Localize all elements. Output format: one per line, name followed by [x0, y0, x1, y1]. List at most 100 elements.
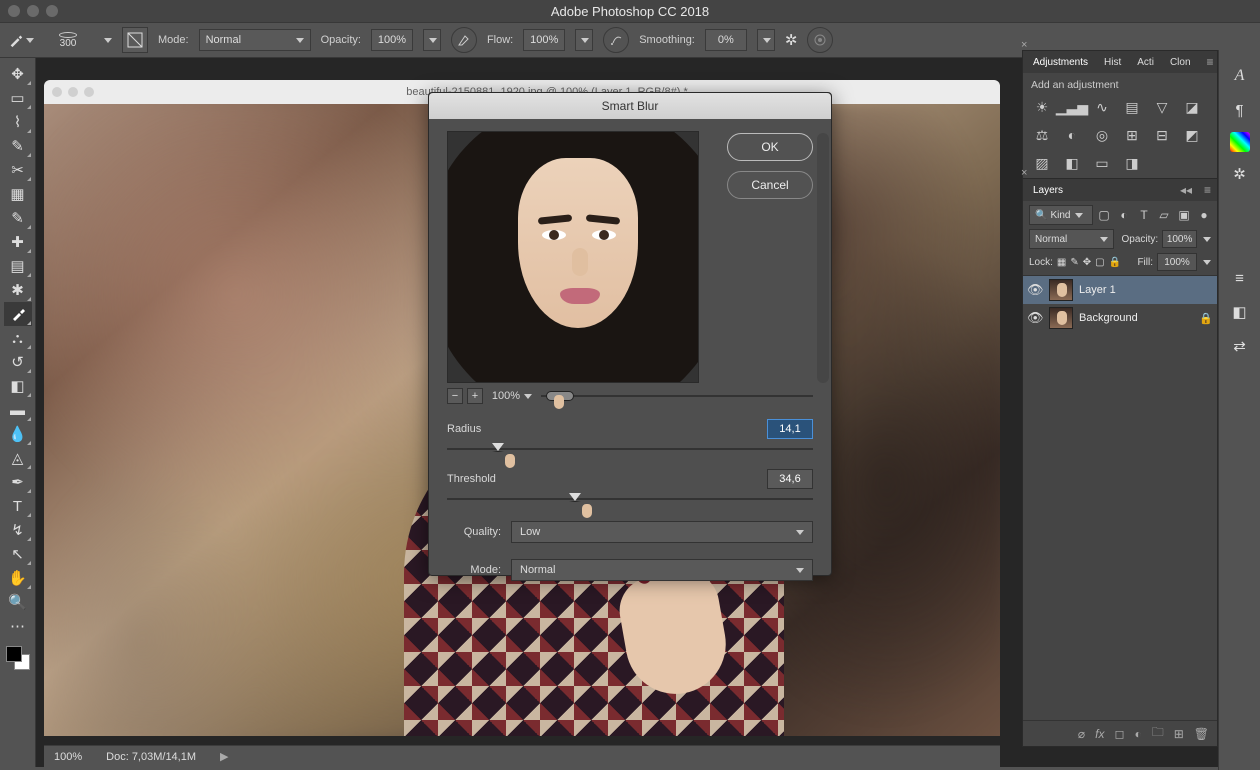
filter-toggle-icon[interactable]: ● [1197, 208, 1211, 222]
invert-icon[interactable]: ◩ [1181, 125, 1203, 145]
filter-shape-icon[interactable]: ▱ [1157, 208, 1171, 222]
smoothing-value[interactable]: 0% [705, 29, 747, 51]
photo-filter-icon[interactable]: ◎ [1091, 125, 1113, 145]
smoothing-dropdown[interactable] [757, 29, 775, 51]
new-group-icon[interactable]: 🗀 [1152, 723, 1164, 744]
paragraph-panel-icon[interactable]: ¶ [1228, 98, 1252, 122]
hue-sat-icon[interactable]: ◪ [1181, 97, 1203, 117]
crop-tool[interactable]: ✂ [4, 158, 32, 182]
smoothing-options-icon[interactable]: ✲ [785, 31, 798, 49]
brush-tool[interactable] [4, 302, 32, 326]
toolbar-more[interactable]: ⋯ [4, 614, 32, 638]
selective-color-icon[interactable]: ◨ [1121, 153, 1143, 173]
color-lookup-icon[interactable]: ⊟ [1151, 125, 1173, 145]
histogram-panel-icon[interactable]: ≡ [1228, 266, 1252, 290]
opacity-pressure-icon[interactable] [451, 27, 477, 53]
status-more-icon[interactable]: ▶ [220, 750, 228, 763]
tab-clone[interactable]: Clon [1166, 55, 1195, 70]
layer-mask-icon[interactable]: ◻ [1114, 727, 1124, 741]
opacity-dropdown[interactable] [423, 29, 441, 51]
direct-selection-tool[interactable]: ↖ [4, 542, 32, 566]
bw-icon[interactable]: ◐ [1061, 125, 1083, 145]
tab-history[interactable]: Hist [1100, 55, 1125, 70]
lock-all-icon[interactable]: 🔒 [1109, 257, 1121, 268]
status-zoom[interactable]: 100% [54, 751, 82, 763]
color-swatches[interactable] [4, 644, 32, 672]
lock-transparent-icon[interactable]: ▦ [1057, 257, 1066, 268]
gradient-map-icon[interactable]: ▭ [1091, 153, 1113, 173]
fill-value[interactable]: 100% [1157, 253, 1197, 271]
radius-slider[interactable] [447, 443, 813, 455]
layer-style-icon[interactable]: fx [1095, 727, 1104, 741]
filter-adjustment-icon[interactable]: ◐ [1117, 208, 1131, 222]
channel-mixer-icon[interactable]: ⊞ [1121, 125, 1143, 145]
filter-type-icon[interactable]: T [1137, 208, 1151, 222]
patch-tool[interactable]: ✱ [4, 278, 32, 302]
frame-tool[interactable]: ▦ [4, 182, 32, 206]
blur-tool[interactable]: 💧 [4, 422, 32, 446]
layer-thumbnail[interactable] [1049, 279, 1073, 301]
dialog-preview[interactable] [447, 131, 699, 383]
tool-preset-picker[interactable] [8, 27, 34, 53]
zoom-out-button[interactable]: − [447, 388, 463, 404]
dodge-tool[interactable]: ◬ [4, 446, 32, 470]
visibility-icon[interactable]: 👁 [1027, 282, 1043, 298]
curves-icon[interactable]: ∿ [1091, 97, 1113, 117]
brightness-contrast-icon[interactable]: ☀ [1031, 97, 1053, 117]
tab-actions[interactable]: Acti [1133, 55, 1158, 70]
doc-close-icon[interactable] [52, 87, 62, 97]
exposure-icon[interactable]: ▤ [1121, 97, 1143, 117]
marching-ants-tool[interactable]: ▤ [4, 254, 32, 278]
layer-row[interactable]: 👁 Layer 1 [1023, 276, 1217, 304]
size-pressure-icon[interactable] [807, 27, 833, 53]
layers-close-icon[interactable]: × [1021, 167, 1027, 179]
lock-position-icon[interactable]: ✥ [1083, 257, 1091, 268]
layer-thumbnail[interactable] [1049, 307, 1073, 329]
layer-name[interactable]: Background [1079, 312, 1138, 324]
zoom-value[interactable]: 100% [487, 387, 537, 405]
adjustments-close-icon[interactable]: × [1021, 39, 1027, 51]
panel-menu-icon[interactable]: ≡ [1207, 55, 1214, 69]
link-layers-icon[interactable]: ⌀ [1078, 727, 1085, 741]
tk-panel-icon[interactable] [1230, 132, 1250, 152]
filter-pixel-icon[interactable]: ▢ [1097, 208, 1111, 222]
lasso-tool[interactable]: ⌇ [4, 110, 32, 134]
layers-menu-icon[interactable]: ≡ [1204, 183, 1211, 197]
layer-blend-select[interactable]: Normal [1029, 229, 1114, 249]
gradient-tool[interactable]: ▬ [4, 398, 32, 422]
pen-tool[interactable]: ✒ [4, 470, 32, 494]
healing-brush-tool[interactable]: ✚ [4, 230, 32, 254]
lock-artboard-icon[interactable]: ▢ [1095, 257, 1104, 268]
visibility-icon[interactable]: 👁 [1027, 310, 1043, 326]
history-brush-tool[interactable]: ↺ [4, 350, 32, 374]
foreground-swatch[interactable] [6, 646, 22, 662]
zoom-scrollbar[interactable] [541, 393, 813, 399]
channels-panel-icon[interactable]: ⇄ [1228, 334, 1252, 358]
layers-collapse-icon[interactable]: ◂◂ [1180, 183, 1192, 197]
eraser-tool[interactable]: ◧ [4, 374, 32, 398]
blend-mode-select[interactable]: Normal [199, 29, 311, 51]
layer-name[interactable]: Layer 1 [1079, 284, 1116, 296]
eyedropper-tool[interactable]: ✎ [4, 206, 32, 230]
zoom-in-button[interactable]: + [467, 388, 483, 404]
quality-select[interactable]: Low [511, 521, 813, 543]
dialog-mode-select[interactable]: Normal [511, 559, 813, 581]
layer-opacity-value[interactable]: 100% [1162, 230, 1197, 248]
vibrance-icon[interactable]: ▽ [1151, 97, 1173, 117]
lock-image-icon[interactable]: ✎ [1070, 257, 1078, 268]
cancel-button[interactable]: Cancel [727, 171, 813, 199]
threshold-slider[interactable] [447, 493, 813, 505]
clone-stamp-tool[interactable]: ⛬ [4, 326, 32, 350]
type-tool[interactable]: T [4, 494, 32, 518]
radius-input[interactable] [767, 419, 813, 439]
filter-smart-icon[interactable]: ▣ [1177, 208, 1191, 222]
flow-value[interactable]: 100% [523, 29, 565, 51]
tab-adjustments[interactable]: Adjustments [1029, 55, 1092, 70]
path-selection-tool[interactable]: ↯ [4, 518, 32, 542]
posterize-icon[interactable]: ▨ [1031, 153, 1053, 173]
properties-panel-icon[interactable]: ◧ [1228, 300, 1252, 324]
ok-button[interactable]: OK [727, 133, 813, 161]
filter-type-select[interactable]: 🔍Kind [1029, 205, 1093, 225]
doc-min-icon[interactable] [68, 87, 78, 97]
new-adjustment-layer-icon[interactable]: ◐ [1134, 727, 1141, 741]
